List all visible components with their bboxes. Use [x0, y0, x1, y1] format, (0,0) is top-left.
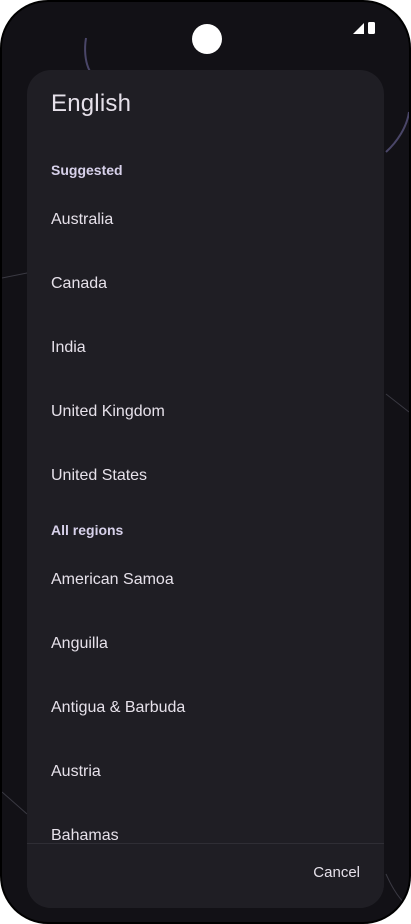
status-bar: [353, 22, 375, 34]
region-picker-dialog: English Suggested Australia Canada India…: [27, 70, 384, 908]
region-list[interactable]: Suggested Australia Canada India United …: [27, 150, 384, 870]
signal-icon: [353, 23, 364, 34]
dialog-footer: Cancel: [27, 843, 384, 908]
region-item-anguilla[interactable]: Anguilla: [27, 614, 384, 678]
region-item-canada[interactable]: Canada: [27, 254, 384, 318]
section-header-all-regions: All regions: [51, 522, 124, 538]
region-item-india[interactable]: India: [27, 318, 384, 382]
region-item-united-kingdom[interactable]: United Kingdom: [27, 382, 384, 446]
cancel-button[interactable]: Cancel: [313, 860, 360, 885]
camera-cutout: [192, 24, 222, 54]
section-header-suggested: Suggested: [51, 162, 123, 178]
region-item-australia[interactable]: Australia: [27, 190, 384, 254]
region-item-antigua-barbuda[interactable]: Antigua & Barbuda: [27, 678, 384, 742]
region-item-united-states[interactable]: United States: [27, 446, 384, 510]
region-item-austria[interactable]: Austria: [27, 742, 384, 806]
device-frame: English Suggested Australia Canada India…: [0, 0, 411, 924]
region-item-american-samoa[interactable]: American Samoa: [27, 550, 384, 614]
battery-icon: [368, 22, 375, 34]
dialog-title: English: [51, 90, 132, 117]
